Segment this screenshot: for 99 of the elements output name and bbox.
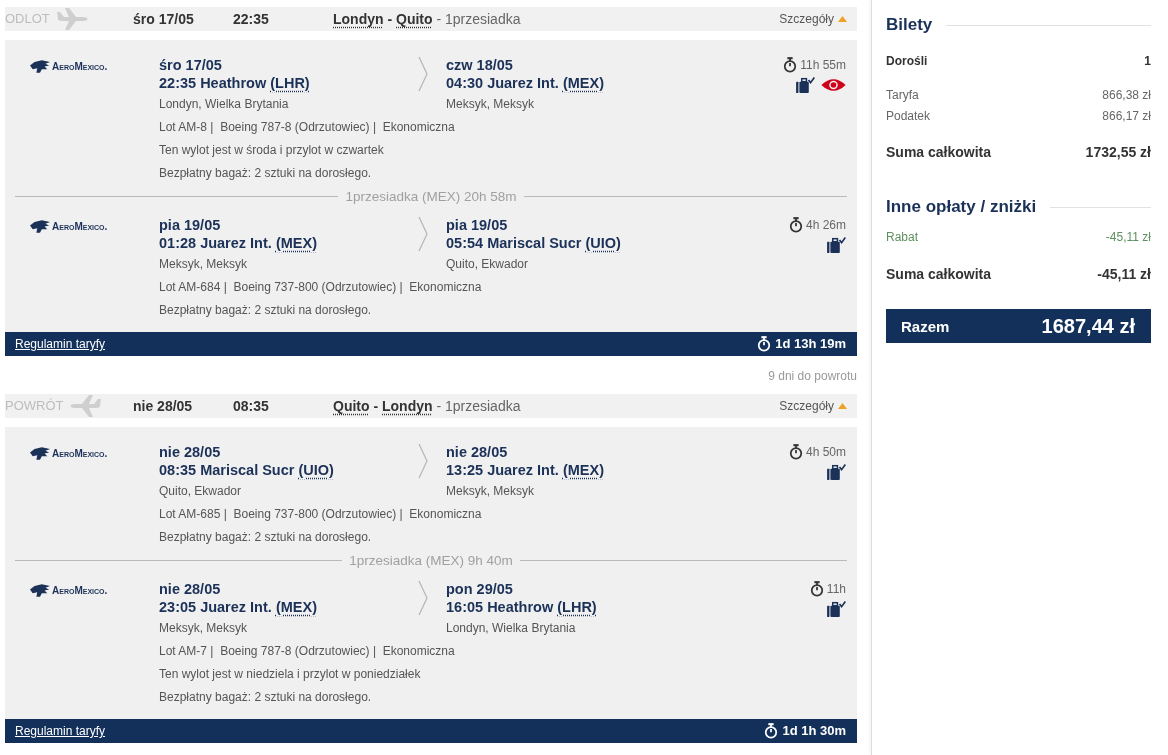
- destination-city: Quito: [396, 11, 433, 27]
- flight-duration: 4h 50m: [805, 444, 846, 460]
- arrival-date: pon 29/05: [446, 580, 514, 598]
- departure-time: 08:35: [233, 397, 270, 415]
- flight-info: Lot AM-8 | Boeing 787-8 (Odrzutowiec) | Ekonomiczna: [159, 119, 456, 136]
- arrival-date: pia 19/05: [446, 216, 509, 234]
- subtotal-label: Suma całkowita: [886, 266, 992, 282]
- price-item-amount: 866,17 zł: [1102, 108, 1151, 123]
- subtotal-amount: -45,11 zł: [1097, 266, 1151, 282]
- layover-info: 1przesiadka (MEX) 20h 58m: [344, 187, 518, 206]
- departure-time-airport: 22:35 Heathrow (LHR): [159, 74, 311, 92]
- chevron-right-icon: [418, 216, 428, 252]
- details-link[interactable]: Szczegóły: [779, 11, 834, 27]
- layover-info: 1przesiadka (MEX) 9h 40m: [348, 551, 514, 570]
- arrival-city: Meksyk, Meksyk: [446, 96, 535, 113]
- chevron-right-icon: [418, 443, 428, 479]
- suitcase-check-icon: [827, 237, 846, 253]
- departure-city: Meksyk, Meksyk: [159, 620, 248, 637]
- baggage-allowance: Bezpłatny bagaż: 2 sztuki na dorosłego.: [159, 302, 373, 319]
- subtotal-amount: 1732,55 zł: [1085, 144, 1151, 160]
- route-separator: -: [373, 398, 379, 414]
- suitcase-check-icon: [827, 464, 846, 480]
- destination-city: Londyn: [382, 398, 433, 414]
- baggage-allowance: Bezpłatny bagaż: 2 sztuki na dorosłego.: [159, 689, 373, 706]
- passenger-count: 1: [1144, 54, 1151, 68]
- flight-info: Lot AM-685 | Boeing 737-800 (Odrzutowiec) | Ekonomiczna: [159, 506, 483, 523]
- departure-time: 22:35: [233, 10, 270, 28]
- stopwatch-icon: [757, 336, 772, 352]
- flight-info: Lot AM-684 | Boeing 737-800 (Odrzutowiec) | Ekonomiczna: [159, 279, 483, 296]
- eagle-head-logo-icon: [30, 59, 50, 73]
- total-amount: 1687,44 zł: [1041, 314, 1135, 338]
- flight-info: Lot AM-7 | Boeing 787-8 (Odrzutowiec) | Ekonomiczna: [159, 643, 456, 660]
- arrival-date: nie 28/05: [446, 443, 509, 461]
- airline-name: AeroMexico.: [52, 219, 108, 233]
- departure-date: śro 17/05: [159, 56, 223, 74]
- price-item-label: Taryfa: [886, 87, 919, 102]
- departure-date: nie 28/05: [159, 580, 222, 598]
- flight-note: Ten wylot jest w środa i przylot w czwartek: [159, 142, 385, 159]
- flight-note: Ten wylot jest w niedziela i przylot w poniedziałek: [159, 666, 422, 683]
- suitcase-check-icon: [827, 601, 846, 617]
- departure-time-airport: 01:28 Juarez Int. (MEX): [159, 234, 318, 252]
- stopwatch-icon: [809, 581, 824, 597]
- price-item-amount: -45,11 zł: [1105, 229, 1151, 244]
- price-item-amount: 866,38 zł: [1102, 87, 1151, 102]
- departure-city: Londyn, Wielka Brytania: [159, 96, 290, 113]
- baggage-allowance: Bezpłatny bagaż: 2 sztuki na dorosłego.: [159, 529, 373, 546]
- total-journey-duration: 1d 13h 19m: [775, 336, 846, 352]
- airline-name: AeroMexico.: [52, 446, 108, 460]
- other-fees-heading: Inne opłaty / zniżki: [886, 196, 1037, 218]
- arrival-time-airport: 16:05 Heathrow (LHR): [446, 598, 598, 616]
- airplane-icon: [55, 7, 88, 31]
- suitcase-check-icon: [796, 77, 815, 93]
- fare-rules-link[interactable]: Regulamin taryfy: [15, 723, 106, 739]
- airline-name: AeroMexico.: [52, 583, 108, 597]
- arrival-city: Meksyk, Meksyk: [446, 483, 535, 500]
- eagle-head-logo-icon: [30, 446, 50, 460]
- arrival-time-airport: 05:54 Mariscal Sucr (UIO): [446, 234, 622, 252]
- departure-date: nie 28/05: [159, 443, 222, 461]
- departure-time-airport: 08:35 Mariscal Sucr (UIO): [159, 461, 335, 479]
- arrival-city: Londyn, Wielka Brytania: [446, 620, 577, 637]
- origin-city: Londyn: [333, 11, 384, 27]
- arrival-date: czw 18/05: [446, 56, 514, 74]
- price-item-label: Podatek: [886, 108, 931, 123]
- departure-date: pia 19/05: [159, 216, 222, 234]
- passenger-type: Dorośli: [886, 54, 928, 68]
- total-journey-duration: 1d 1h 30m: [782, 723, 846, 739]
- baggage-allowance: Bezpłatny bagaż: 2 sztuki na dorosłego.: [159, 165, 373, 182]
- stopwatch-icon: [783, 57, 798, 73]
- airline-name: AeroMexico.: [52, 59, 108, 73]
- chevron-right-icon: [418, 56, 428, 92]
- details-link[interactable]: Szczegóły: [779, 398, 834, 414]
- origin-city: Quito: [333, 398, 370, 414]
- arrival-time-airport: 04:30 Juarez Int. (MEX): [446, 74, 605, 92]
- flight-duration: 4h 26m: [805, 217, 846, 233]
- stops-count: - 1przesiadka: [436, 398, 521, 414]
- route-separator: -: [387, 11, 393, 27]
- flight-duration: 11h: [826, 581, 846, 597]
- airplane-icon: [69, 394, 102, 418]
- stopwatch-icon: [788, 444, 803, 460]
- departure-time-airport: 23:05 Juarez Int. (MEX): [159, 598, 318, 616]
- subtotal-label: Suma całkowita: [886, 144, 992, 160]
- stops-count: - 1przesiadka: [436, 11, 521, 27]
- arrival-city: Quito, Ekwador: [446, 256, 530, 273]
- departure-date: nie 28/05: [133, 397, 194, 415]
- price-item-label: Rabat: [886, 229, 919, 244]
- flight-duration: 11h 55m: [800, 57, 846, 73]
- chevron-right-icon: [418, 580, 428, 616]
- fare-rules-link[interactable]: Regulamin taryfy: [15, 336, 106, 352]
- days-until-return: 9 dni do powrotu: [767, 368, 857, 385]
- tickets-heading: Bilety: [886, 14, 933, 36]
- stopwatch-icon: [764, 723, 779, 739]
- eagle-head-logo-icon: [30, 583, 50, 597]
- departure-date: śro 17/05: [133, 10, 195, 28]
- total-label: Razem: [901, 317, 950, 335]
- stopwatch-icon: [788, 217, 803, 233]
- departure-city: Quito, Ekwador: [159, 483, 243, 500]
- arrival-time-airport: 13:25 Juarez Int. (MEX): [446, 461, 605, 479]
- eagle-head-logo-icon: [30, 219, 50, 233]
- departure-city: Meksyk, Meksyk: [159, 256, 248, 273]
